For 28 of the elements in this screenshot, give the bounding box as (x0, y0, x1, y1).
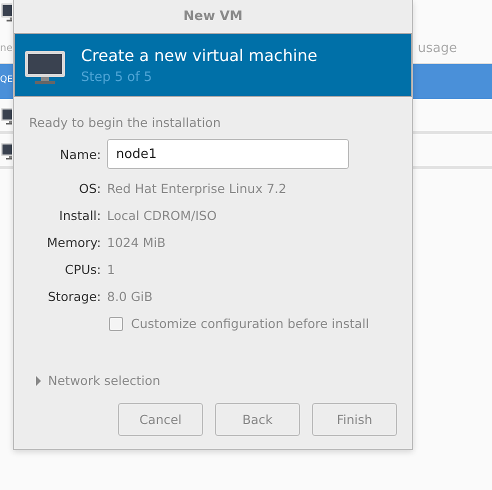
detail-label: Install: (59, 208, 101, 223)
banner-title: Create a new virtual machine (81, 46, 318, 64)
detail-value: Local CDROM/ISO (107, 207, 218, 225)
detail-label: OS: (79, 181, 101, 196)
checkbox-label[interactable]: Customize configuration before install (131, 316, 370, 331)
expander-arrow-icon[interactable] (36, 376, 42, 386)
detail-label: Memory: (46, 235, 101, 250)
dialog-button[interactable]: Back (215, 403, 300, 436)
dialog-button[interactable]: Finish (312, 403, 397, 436)
window-title: New VM (182, 8, 244, 26)
name-field[interactable]: node1 (107, 139, 349, 169)
column-header[interactable]: usage (418, 40, 492, 56)
detail-label: CPUs: (64, 262, 101, 277)
step-label: Step 5 of 5 (81, 70, 154, 84)
vm-name: QE (0, 75, 13, 85)
dialog-button[interactable]: Cancel (118, 403, 203, 436)
field-label: Name: (60, 146, 101, 162)
expander-label[interactable]: Network selection (48, 373, 160, 388)
monitor-icon (0, 105, 12, 125)
section-label: Ready to begin the installation (29, 115, 222, 130)
detail-value: Red Hat Enterprise Linux 7.2 (107, 180, 288, 198)
monitor-icon (0, 140, 12, 160)
checkbox[interactable] (109, 316, 123, 330)
detail-value: 8.0 GiB (107, 288, 154, 306)
column-header[interactable]: ne (0, 42, 12, 54)
detail-value: 1 (107, 261, 116, 279)
detail-label: Storage: (48, 289, 101, 304)
detail-value: 1024 MiB (107, 234, 167, 252)
